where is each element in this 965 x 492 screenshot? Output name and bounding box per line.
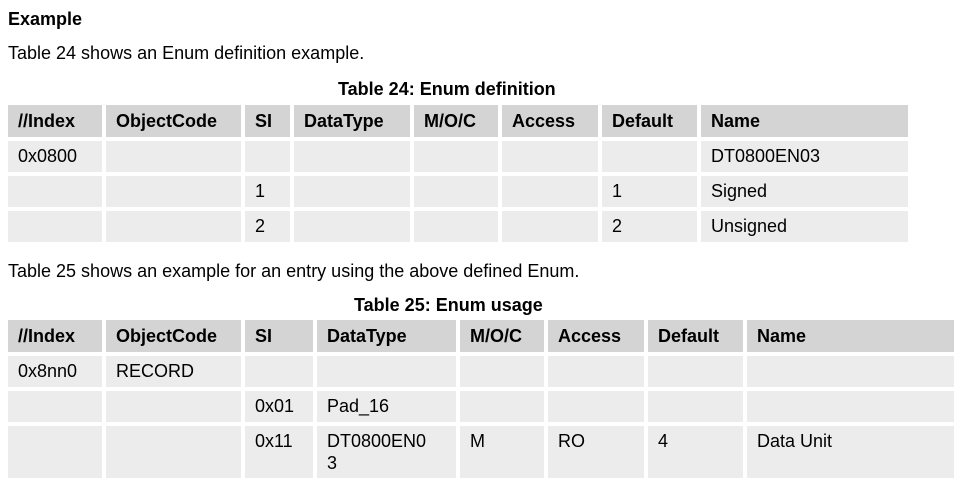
table-cell: RO bbox=[548, 426, 648, 482]
column-header-si: SI bbox=[245, 105, 294, 141]
table-cell bbox=[502, 141, 602, 176]
table-cell bbox=[502, 211, 602, 246]
table-cell bbox=[548, 356, 648, 391]
table-cell bbox=[747, 391, 958, 426]
column-header-access: Access bbox=[502, 105, 602, 141]
table-row: 0x11 DT0800EN0 3 M RO 4 Data Unit bbox=[8, 426, 958, 482]
table-cell bbox=[317, 356, 460, 391]
table-cell bbox=[648, 356, 747, 391]
column-header-name: Name bbox=[747, 320, 958, 356]
column-header-objectcode: ObjectCode bbox=[106, 320, 245, 356]
table-cell bbox=[460, 391, 548, 426]
table-cell bbox=[460, 356, 548, 391]
table-cell: Unsigned bbox=[701, 211, 912, 246]
table-cell: 1 bbox=[602, 176, 701, 211]
table-row: 0x01 Pad_16 bbox=[8, 391, 958, 426]
column-header-default: Default bbox=[648, 320, 747, 356]
enum-usage-table: //Index ObjectCode SI DataType M/O/C Acc… bbox=[8, 320, 958, 482]
table-cell: 0x01 bbox=[245, 391, 317, 426]
column-header-name: Name bbox=[701, 105, 912, 141]
intro-paragraph-table-24: Table 24 shows an Enum definition exampl… bbox=[8, 43, 365, 63]
table-cell bbox=[8, 211, 106, 246]
section-heading: Example bbox=[8, 9, 83, 29]
table-cell: Signed bbox=[701, 176, 912, 211]
table-cell bbox=[245, 141, 294, 176]
table-cell: DT0800EN0 3 bbox=[317, 426, 460, 482]
column-header-index: //Index bbox=[8, 105, 106, 141]
table-cell bbox=[8, 426, 106, 482]
table-header-row: //Index ObjectCode SI DataType M/O/C Acc… bbox=[8, 320, 958, 356]
column-header-default: Default bbox=[602, 105, 701, 141]
table-cell: Data Unit bbox=[747, 426, 958, 482]
table-row: 0x0800 DT0800EN03 bbox=[8, 141, 912, 176]
table-cell: DT0800EN03 bbox=[701, 141, 912, 176]
table-cell bbox=[294, 176, 414, 211]
table-header-row: //Index ObjectCode SI DataType M/O/C Acc… bbox=[8, 105, 912, 141]
table-cell: M bbox=[460, 426, 548, 482]
table-cell bbox=[414, 176, 502, 211]
table-cell bbox=[747, 356, 958, 391]
table-cell: RECORD bbox=[106, 356, 245, 391]
table-cell bbox=[106, 211, 245, 246]
column-header-datatype: DataType bbox=[294, 105, 414, 141]
table-cell: Pad_16 bbox=[317, 391, 460, 426]
column-header-si: SI bbox=[245, 320, 317, 356]
table-row: 1 1 Signed bbox=[8, 176, 912, 211]
table-cell bbox=[106, 176, 245, 211]
column-header-index: //Index bbox=[8, 320, 106, 356]
table-cell bbox=[8, 391, 106, 426]
table-cell: 0x8nn0 bbox=[8, 356, 106, 391]
column-header-objectcode: ObjectCode bbox=[106, 105, 245, 141]
table-cell bbox=[294, 211, 414, 246]
table-cell: 0x11 bbox=[245, 426, 317, 482]
table-25-caption: Table 25: Enum usage bbox=[354, 295, 543, 315]
table-cell: 0x0800 bbox=[8, 141, 106, 176]
table-cell bbox=[294, 141, 414, 176]
table-cell bbox=[648, 391, 747, 426]
table-cell bbox=[245, 356, 317, 391]
table-cell bbox=[414, 141, 502, 176]
column-header-moc: M/O/C bbox=[460, 320, 548, 356]
table-cell: 4 bbox=[648, 426, 747, 482]
table-cell: 2 bbox=[602, 211, 701, 246]
table-cell bbox=[548, 391, 648, 426]
table-row: 0x8nn0 RECORD bbox=[8, 356, 958, 391]
table-cell bbox=[502, 176, 602, 211]
table-cell: 1 bbox=[245, 176, 294, 211]
column-header-moc: M/O/C bbox=[414, 105, 502, 141]
table-cell bbox=[414, 211, 502, 246]
intro-paragraph-table-25: Table 25 shows an example for an entry u… bbox=[8, 261, 580, 281]
column-header-datatype: DataType bbox=[317, 320, 460, 356]
column-header-access: Access bbox=[548, 320, 648, 356]
table-cell bbox=[106, 141, 245, 176]
table-cell bbox=[602, 141, 701, 176]
enum-definition-table: //Index ObjectCode SI DataType M/O/C Acc… bbox=[8, 105, 912, 246]
table-cell: 2 bbox=[245, 211, 294, 246]
table-24-caption: Table 24: Enum definition bbox=[338, 79, 556, 99]
table-cell bbox=[106, 391, 245, 426]
table-cell bbox=[8, 176, 106, 211]
table-cell bbox=[106, 426, 245, 482]
table-row: 2 2 Unsigned bbox=[8, 211, 912, 246]
